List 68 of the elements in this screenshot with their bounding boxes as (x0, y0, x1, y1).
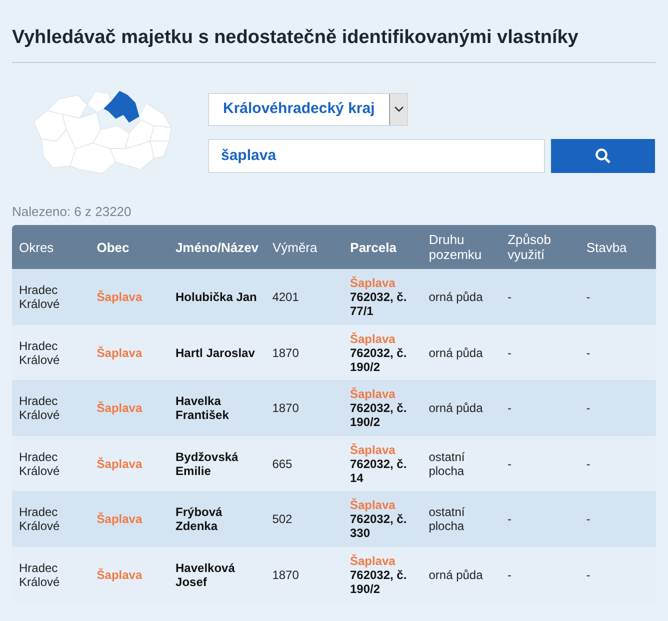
table-cell: - (586, 290, 590, 304)
table-cell: - (586, 568, 590, 582)
parcel-number: 762032, č. 330 (350, 512, 408, 540)
column-header[interactable]: Způsob využití (500, 232, 580, 262)
table-cell: orná půda (428, 290, 483, 304)
column-header[interactable]: Výměra (265, 240, 344, 255)
search-field[interactable]: šaplava (208, 138, 545, 173)
column-header[interactable]: Jméno/Název (168, 240, 266, 255)
town-link[interactable]: Šaplava (96, 456, 142, 470)
parcel-town-link[interactable]: Šaplava (350, 387, 415, 401)
table-cell: Hradec Králové (19, 338, 60, 366)
table-cell: - (507, 456, 512, 470)
table-cell: - (507, 290, 512, 304)
owner-name: Havelková Josef (176, 560, 235, 588)
parcel-number: 762032, č. 77/1 (350, 290, 408, 318)
table-cell: 665 (272, 456, 292, 470)
column-header[interactable]: Okres (12, 240, 90, 255)
parcel-town-link[interactable]: Šaplava (350, 442, 415, 456)
town-link[interactable]: Šaplava (96, 512, 142, 526)
parcel-town-link[interactable]: Šaplava (350, 498, 415, 512)
result-count: Nalezeno: 6 z 23220 (12, 202, 132, 221)
table-cell: - (507, 346, 512, 360)
table-cell: 1870 (272, 401, 299, 415)
table-cell: ostatní plocha (428, 505, 465, 533)
parcel-town-link[interactable]: Šaplava (350, 554, 415, 568)
table-cell: 4201 (272, 290, 299, 304)
table-cell: - (507, 568, 512, 582)
table-cell: Hradec Králové (19, 505, 60, 533)
table-cell: orná půda (428, 568, 483, 582)
search-icon (595, 148, 611, 164)
town-link[interactable]: Šaplava (96, 290, 142, 304)
table-cell: - (586, 456, 590, 470)
table-cell: 502 (272, 512, 292, 526)
table-cell: ostatní plocha (428, 450, 465, 478)
owner-name: Hartl Jaroslav (176, 346, 255, 360)
town-link[interactable]: Šaplava (96, 401, 142, 415)
table-cell: - (507, 512, 512, 526)
table-cell: orná půda (428, 346, 483, 360)
parcel-number: 762032, č. 14 (350, 456, 408, 484)
table-cell: Hradec Králové (19, 394, 60, 422)
column-header[interactable]: Druhu pozemku (422, 232, 501, 262)
column-header[interactable]: Parcela (343, 240, 422, 255)
table-cell: - (586, 401, 590, 415)
table-cell: orná půda (428, 401, 483, 415)
table-cell: - (586, 512, 590, 526)
parcel-number: 762032, č. 190/2 (350, 346, 408, 374)
owner-name: Frýbová Zdenka (176, 505, 222, 533)
parcel-number: 762032, č. 190/2 (350, 568, 408, 596)
parcel-town-link[interactable]: Šaplava (350, 276, 415, 290)
town-link[interactable]: Šaplava (96, 568, 142, 582)
owner-name: Bydžovská Emilie (176, 450, 238, 478)
table-cell: Hradec Králové (19, 283, 60, 311)
table-cell: 1870 (272, 568, 299, 582)
region-select[interactable]: Královéhradecký kraj (208, 92, 408, 126)
table-cell: - (507, 401, 512, 415)
table-cell: 1870 (272, 346, 299, 360)
column-header[interactable]: Stavba (579, 240, 656, 255)
parcel-number: 762032, č. 190/2 (350, 401, 408, 429)
parcel-town-link[interactable]: Šaplava (350, 332, 415, 346)
search-button[interactable] (551, 138, 655, 173)
table-cell: Hradec Králové (19, 560, 60, 588)
table-cell: - (586, 346, 590, 360)
town-link[interactable]: Šaplava (96, 346, 142, 360)
owner-name: Havelka František (176, 394, 229, 422)
column-header[interactable]: Obec (90, 240, 168, 255)
owner-name: Holubička Jan (176, 290, 257, 304)
page-title: Vyhledávač majetku s nedostatečně identifikovanými vlastníky (12, 26, 656, 63)
table-cell: Hradec Králové (19, 450, 60, 478)
